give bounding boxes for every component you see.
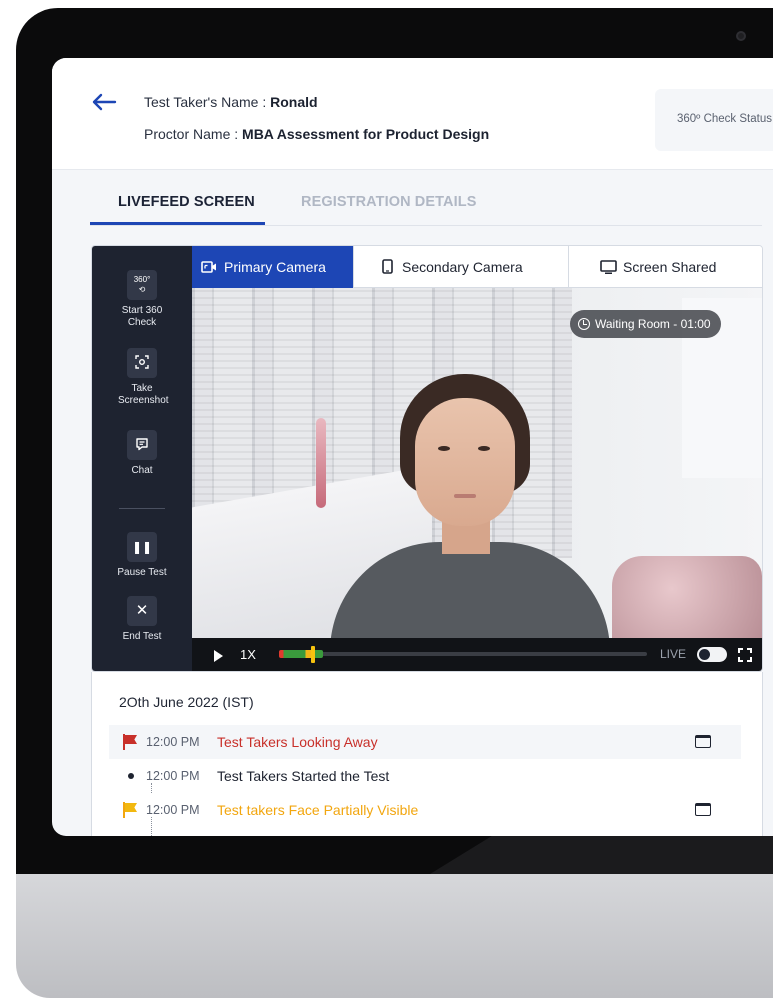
main-tabs: LIVEFEED SCREEN REGISTRATION DETAILS (90, 182, 762, 226)
proctor-label: Proctor Name : (144, 126, 239, 142)
back-arrow-icon[interactable] (91, 92, 117, 112)
view-snapshot-icon[interactable] (695, 803, 711, 816)
chat-button[interactable]: Chat (92, 430, 192, 477)
pause-test-button[interactable]: ❚❚ Pause Test (92, 532, 192, 579)
screen-shared-label: Screen Shared (623, 259, 717, 275)
background-pillow (612, 556, 762, 638)
take-screenshot-label: Take Screenshot (118, 383, 169, 406)
live-label: LIVE (660, 647, 687, 661)
secondary-camera-label: Secondary Camera (402, 259, 523, 275)
screenshot-icon (127, 348, 157, 378)
event-text: Test Takers Started the Test (217, 768, 390, 784)
test-taker-video-figure (320, 374, 620, 638)
chat-icon (127, 430, 157, 460)
tab-livefeed-screen[interactable]: LIVEFEED SCREEN (90, 194, 265, 225)
fullscreen-icon[interactable] (738, 648, 752, 662)
figure-shirt (330, 542, 610, 638)
livefeed-panel: 360° ⟲ Start 360 Check Take Screenshot Ch… (91, 245, 763, 672)
start-360-check-button[interactable]: 360° ⟲ Start 360 Check (92, 270, 192, 329)
yellow-flag-icon (123, 802, 137, 818)
waiting-room-badge: Waiting Room - 01:00 (570, 310, 721, 338)
pause-test-label: Pause Test (117, 567, 167, 578)
tab-secondary-camera[interactable]: Secondary Camera (354, 246, 569, 288)
test-taker-line: Test Taker's Name : Ronald (144, 94, 318, 110)
event-date: 2Oth June 2022 (IST) (119, 694, 254, 710)
close-icon: ✕ (127, 596, 157, 626)
pause-icon: ❚❚ (127, 532, 157, 562)
monitor-icon (599, 246, 617, 288)
live-toggle[interactable] (697, 647, 727, 662)
toolbar-divider (119, 508, 165, 509)
clock-icon (578, 318, 590, 330)
figure-eye-right (478, 446, 490, 451)
tab-registration-details[interactable]: REGISTRATION DETAILS (301, 194, 476, 210)
event-row-started-test: 12:00 PM Test Takers Started the Test (109, 759, 741, 793)
tab-primary-camera[interactable]: Primary Camera (192, 246, 354, 288)
proctor-line: Proctor Name : MBA Assessment for Produc… (144, 126, 489, 142)
device-base (16, 860, 773, 998)
event-log: 2Oth June 2022 (IST) 12:00 PM Test Taker… (91, 672, 763, 836)
event-row-face-partially-visible[interactable]: 12:00 PM Test takers Face Partially Visi… (109, 793, 741, 827)
event-time: 12:00 PM (146, 769, 200, 783)
chat-label: Chat (131, 465, 153, 476)
camera-tabs: Primary Camera Secondary Camera Screen S… (192, 246, 762, 288)
playback-speed[interactable]: 1X (240, 647, 256, 662)
rotate-360-icon: 360° ⟲ (127, 270, 157, 300)
start-360-check-label: Start 360 Check (121, 305, 163, 328)
event-text: Test takers Face Partially Visible (217, 802, 419, 818)
figure-eye-left (438, 446, 450, 451)
end-test-button[interactable]: ✕ End Test (92, 596, 192, 643)
timeline-progress (279, 650, 323, 658)
timeline-dot-icon (128, 773, 134, 779)
figure-face (415, 398, 515, 526)
test-taker-name: Ronald (270, 94, 318, 110)
proctor-toolbar: 360° ⟲ Start 360 Check Take Screenshot Ch… (92, 246, 192, 671)
event-time: 12:00 PM (146, 735, 200, 749)
camera-video-feed[interactable]: Waiting Room - 01:00 (192, 288, 762, 638)
video-controls: 1X LIVE (192, 638, 762, 671)
tab-screen-shared[interactable]: Screen Shared (569, 246, 762, 288)
figure-mouth (454, 494, 476, 498)
event-time: 12:00 PM (146, 803, 200, 817)
header: Test Taker's Name : Ronald Proctor Name … (52, 58, 773, 170)
test-taker-label: Test Taker's Name : (144, 94, 267, 110)
primary-camera-label: Primary Camera (224, 259, 326, 275)
webcam-icon (736, 31, 746, 41)
view-snapshot-icon[interactable] (695, 735, 711, 748)
event-row-looking-away[interactable]: 12:00 PM Test Takers Looking Away (109, 725, 741, 759)
red-flag-icon (123, 734, 137, 750)
check-status-label: 360º Check Status (677, 113, 772, 125)
waiting-room-text: Waiting Room - 01:00 (595, 317, 711, 331)
video-camera-icon (200, 246, 218, 288)
take-screenshot-button[interactable]: Take Screenshot (92, 348, 192, 407)
app-screen: Test Taker's Name : Ronald Proctor Name … (52, 58, 773, 836)
proctor-name: MBA Assessment for Product Design (242, 126, 490, 142)
play-icon[interactable] (214, 650, 223, 662)
phone-icon (378, 246, 396, 288)
timeline-scrubber[interactable] (311, 646, 315, 663)
end-test-label: End Test (122, 631, 162, 642)
timeline-track[interactable] (279, 652, 647, 656)
check-status-box: 360º Check Status (655, 89, 773, 151)
event-text: Test Takers Looking Away (217, 734, 378, 750)
